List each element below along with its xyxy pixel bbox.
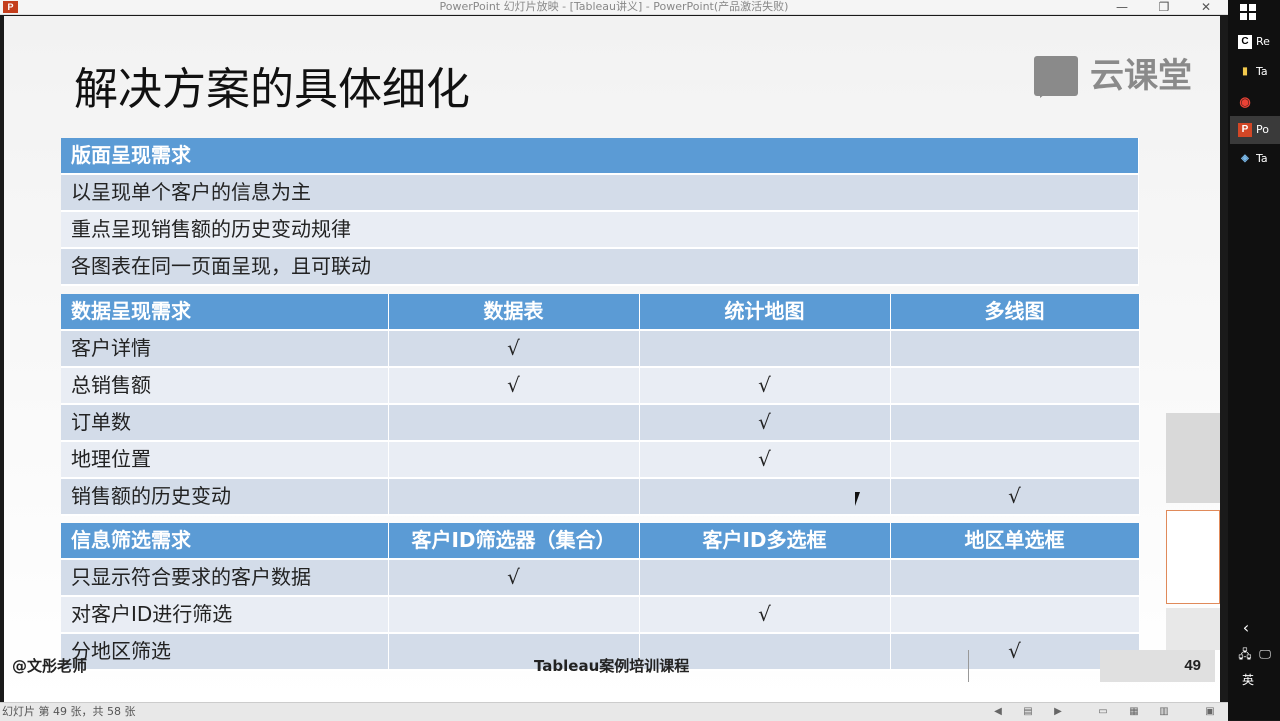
row-label: 销售额的历史变动 — [61, 478, 389, 516]
logo-text: 云课堂 — [1090, 56, 1192, 96]
layout-requirement-row: 各图表在同一页面呈现，且可联动 — [61, 248, 1139, 286]
reading-view-icon[interactable]: ▥ — [1158, 706, 1170, 718]
filter-requirements-table: 信息筛选需求 客户ID筛选器（集合） 客户ID多选框 地区单选框 只显示符合要求… — [61, 523, 1140, 671]
check-cell — [639, 559, 891, 597]
filter-table-header-row: 信息筛选需求 客户ID筛选器（集合） 客户ID多选框 地区单选框 — [61, 523, 1140, 560]
taskbar-item-powerpoint[interactable]: P Po — [1230, 116, 1280, 144]
normal-view-icon[interactable]: ▭ — [1097, 706, 1109, 718]
check-cell — [890, 596, 1140, 634]
app-c-icon: C — [1238, 35, 1252, 49]
taskbar-item-label: Po — [1256, 123, 1269, 136]
side-panel-thumbnail[interactable] — [1166, 413, 1220, 503]
row-label: 订单数 — [61, 404, 389, 442]
filter-header-requirement: 信息筛选需求 — [61, 523, 389, 560]
row-label: 总销售额 — [61, 367, 389, 405]
slide-title: 解决方案的具体细化 — [74, 64, 470, 115]
data-table-header-row: 数据呈现需求 数据表 统计地图 多线图 — [61, 294, 1140, 331]
footer-page-box: 49 — [1100, 650, 1215, 682]
layout-requirements-header: 版面呈现需求 — [61, 138, 1139, 175]
row-label: 客户详情 — [61, 330, 389, 368]
tableau-icon: ◈ — [1241, 153, 1249, 164]
check-cell — [639, 478, 891, 516]
slide-sorter-icon[interactable]: ▦ — [1128, 706, 1140, 718]
check-cell — [890, 330, 1140, 368]
taskbar-item-chrome[interactable]: ◉ — [1230, 88, 1280, 116]
data-header-map: 统计地图 — [639, 294, 891, 331]
taskbar-item-folder[interactable]: ▮ Ta — [1230, 58, 1280, 86]
window-title: PowerPoint 幻灯片放映 - [Tableau讲义] - PowerPo… — [439, 0, 789, 13]
table-row: 销售额的历史变动 √ — [61, 478, 1140, 516]
row-label: 地理位置 — [61, 441, 389, 479]
input-language-indicator[interactable]: 英 — [1236, 672, 1260, 688]
check-cell: √ — [639, 441, 891, 479]
slide-counter: 幻灯片 第 49 张，共 58 张 — [2, 705, 136, 718]
minimize-button[interactable]: — — [1102, 0, 1142, 14]
check-cell — [388, 596, 640, 634]
close-button[interactable]: ✕ — [1186, 0, 1226, 14]
check-cell: √ — [388, 330, 640, 368]
data-header-requirement: 数据呈现需求 — [61, 294, 389, 331]
check-cell: √ — [388, 559, 640, 597]
statusbar: 幻灯片 第 49 张，共 58 张 ◀ ▤ ▶ ▭ ▦ ▥ ▣ — [0, 702, 1228, 721]
taskbar-item-re[interactable]: C Re — [1230, 28, 1280, 56]
slide-menu-icon[interactable]: ▤ — [1022, 706, 1034, 718]
taskbar-item-label: Ta — [1256, 152, 1268, 165]
check-cell: √ — [388, 367, 640, 405]
data-header-datasheet: 数据表 — [388, 294, 640, 331]
table-row: 只显示符合要求的客户数据 √ — [61, 559, 1140, 597]
filter-header-id-set: 客户ID筛选器（集合） — [388, 523, 640, 560]
table-row: 地理位置 √ — [61, 441, 1140, 479]
check-cell — [388, 404, 640, 442]
row-label: 只显示符合要求的客户数据 — [61, 559, 389, 597]
check-cell — [890, 404, 1140, 442]
speech-bubble-logo-icon — [1034, 56, 1078, 98]
check-cell: √ — [639, 596, 891, 634]
table-row: 客户详情 √ — [61, 330, 1140, 368]
footer-author: @文彤老师 — [12, 657, 88, 675]
side-panel-thumbnail[interactable] — [1166, 510, 1220, 604]
taskbar-item-tableau[interactable]: ◈ Ta — [1230, 145, 1280, 173]
windows-taskbar: C Re ▮ Ta ◉ P Po ◈ Ta ‹ 🖧 🖵 英 — [1228, 0, 1280, 720]
data-header-multiline: 多线图 — [890, 294, 1140, 331]
chevron-left-icon[interactable]: ‹ — [1238, 620, 1254, 636]
chrome-icon: ◉ — [1239, 94, 1251, 109]
previous-slide-icon[interactable]: ◀ — [992, 706, 1004, 718]
filter-header-id-multiselect: 客户ID多选框 — [639, 523, 891, 560]
layout-requirement-row: 重点呈现销售额的历史变动规律 — [61, 211, 1139, 249]
table-row: 对客户ID进行筛选 √ — [61, 596, 1140, 634]
data-presentation-table: 数据呈现需求 数据表 统计地图 多线图 客户详情 √ 总销售额 √ √ 订单数 … — [61, 294, 1140, 516]
folder-icon: ▮ — [1242, 66, 1248, 77]
windows-start-icon[interactable] — [1240, 4, 1256, 20]
taskbar-item-label: Re — [1256, 35, 1270, 48]
restore-button[interactable]: ❐ — [1144, 0, 1184, 14]
row-label: 分地区筛选 — [61, 633, 389, 671]
mouse-cursor-icon — [855, 492, 860, 506]
check-cell: √ — [890, 478, 1140, 516]
check-cell — [890, 367, 1140, 405]
window-titlebar: P PowerPoint 幻灯片放映 - [Tableau讲义] - Power… — [0, 0, 1228, 15]
monitor-icon[interactable]: 🖵 — [1256, 646, 1274, 662]
check-cell: √ — [639, 404, 891, 442]
check-cell — [639, 330, 891, 368]
taskbar-item-label: Ta — [1256, 65, 1268, 78]
slide-page-number: 49 — [1184, 657, 1201, 674]
filter-header-region-radio: 地区单选框 — [890, 523, 1140, 560]
row-label: 对客户ID进行筛选 — [61, 596, 389, 634]
layout-requirements-table: 版面呈现需求 以呈现单个客户的信息为主 重点呈现销售额的历史变动规律 各图表在同… — [61, 138, 1139, 286]
footer-divider — [968, 650, 969, 682]
network-icon[interactable]: 🖧 — [1236, 646, 1254, 662]
next-slide-icon[interactable]: ▶ — [1052, 706, 1064, 718]
check-cell — [388, 441, 640, 479]
check-cell — [890, 559, 1140, 597]
check-cell: √ — [639, 367, 891, 405]
side-panel-thumbnail[interactable] — [1166, 608, 1220, 650]
footer-course: Tableau案例培训课程 — [534, 657, 690, 675]
table-row: 总销售额 √ √ — [61, 367, 1140, 405]
powerpoint-icon: P — [1238, 123, 1252, 137]
check-cell — [890, 441, 1140, 479]
check-cell — [388, 478, 640, 516]
layout-requirement-row: 以呈现单个客户的信息为主 — [61, 174, 1139, 212]
table-row: 订单数 √ — [61, 404, 1140, 442]
slideshow-icon[interactable]: ▣ — [1204, 706, 1216, 718]
